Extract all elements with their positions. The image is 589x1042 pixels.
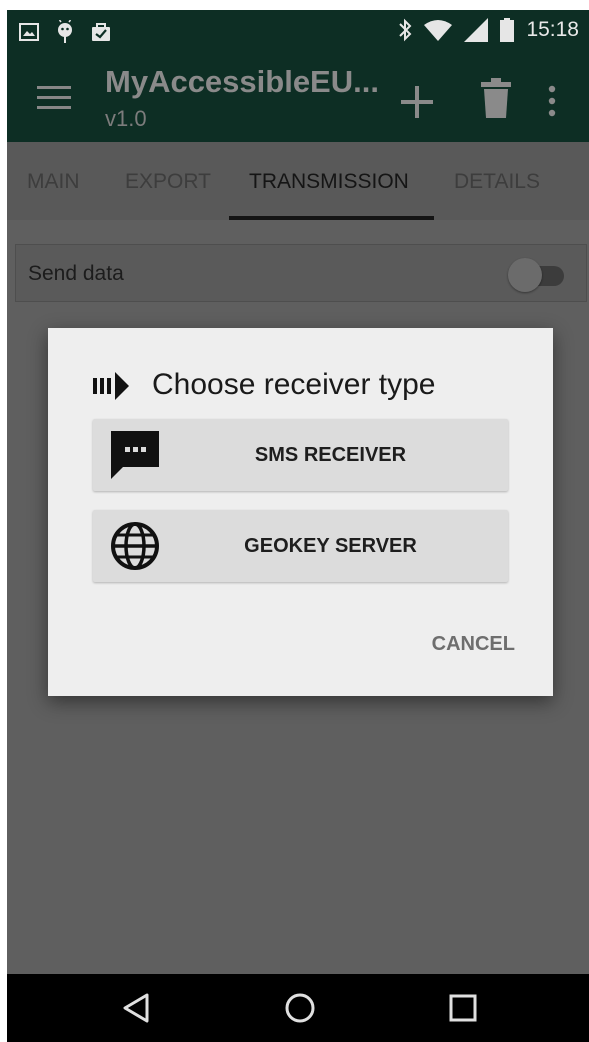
add-icon[interactable] — [399, 84, 435, 120]
home-icon[interactable] — [284, 992, 316, 1024]
receiver-type-dialog: Choose receiver type SMS RECEIVER GEOKEY… — [48, 328, 553, 696]
receiver-arrow-icon — [93, 372, 129, 400]
back-icon[interactable] — [121, 992, 153, 1024]
status-time: 15:18 — [526, 18, 579, 41]
app-title: MyAccessibleEU... — [105, 64, 379, 99]
app-subtitle: v1.0 — [105, 106, 147, 131]
status-system: 15:18 — [398, 18, 579, 42]
cancel-button[interactable]: CANCEL — [432, 633, 515, 656]
tab-details[interactable]: DETAILS — [454, 170, 540, 194]
phone-screen: 15:18 MyAccessibleEU... v1.0 MAIN EXPORT… — [7, 10, 589, 1042]
android-icon — [58, 20, 72, 43]
status-bar: 15:18 — [7, 10, 589, 54]
navigation-bar — [7, 974, 589, 1042]
geokey-server-label: GEOKEY SERVER — [244, 535, 417, 557]
sms-receiver-label: SMS RECEIVER — [254, 444, 407, 466]
overflow-icon[interactable] — [547, 84, 557, 118]
send-data-row[interactable]: Send data — [15, 244, 587, 302]
status-notifications — [19, 20, 111, 44]
battery-icon — [500, 18, 515, 42]
sms-receiver-button[interactable]: SMS RECEIVER — [93, 419, 508, 491]
delete-icon[interactable] — [481, 78, 511, 118]
active-tab-indicator — [229, 216, 434, 220]
tab-main[interactable]: MAIN — [27, 170, 80, 194]
send-data-toggle[interactable] — [508, 258, 542, 292]
bag-check-icon — [92, 23, 110, 41]
bluetooth-icon — [399, 18, 412, 42]
recents-icon[interactable] — [447, 992, 479, 1024]
wifi-icon — [424, 20, 453, 41]
menu-icon[interactable] — [37, 86, 71, 112]
tab-bar: MAIN EXPORT TRANSMISSION DETAILS — [7, 142, 589, 220]
tab-export[interactable]: EXPORT — [125, 170, 211, 194]
image-icon — [19, 23, 39, 41]
app-bar: MyAccessibleEU... v1.0 — [7, 54, 589, 142]
send-data-label: Send data — [28, 262, 124, 285]
geokey-server-button[interactable]: GEOKEY SERVER — [93, 510, 508, 582]
dialog-title: Choose receiver type — [152, 368, 436, 401]
signal-icon — [464, 18, 489, 42]
tab-transmission[interactable]: TRANSMISSION — [249, 170, 409, 194]
